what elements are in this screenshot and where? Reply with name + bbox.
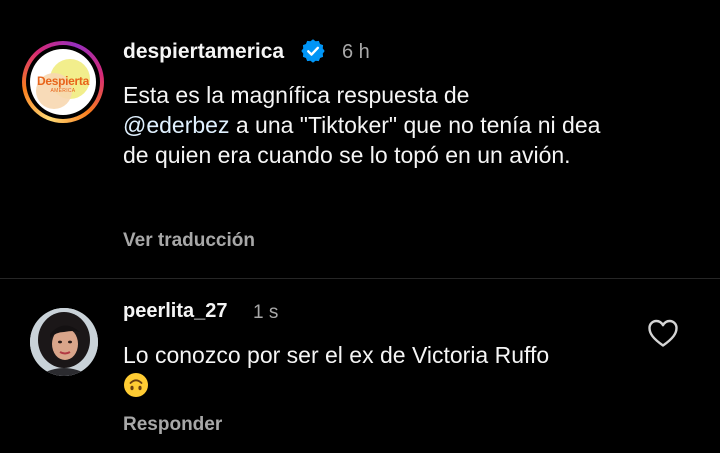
logo-brand-subtext: AMÉRICA (50, 88, 76, 94)
comment-avatar[interactable] (30, 308, 98, 376)
verified-badge-icon (301, 39, 325, 63)
comment-text: Lo conozco por ser el ex de Victoria Ruf… (123, 340, 623, 400)
comment-body: Lo conozco por ser el ex de Victoria Ruf… (123, 342, 550, 368)
reply-button[interactable]: Responder (123, 414, 222, 436)
see-translation-button[interactable]: Ver traducción (123, 230, 255, 252)
post: Despierta AMÉRICA despiertamerica 6 h Es… (0, 0, 720, 278)
heart-outline-icon[interactable] (647, 318, 679, 348)
logo-brand-text: Despierta (37, 74, 89, 88)
upside-down-face-emoji (124, 373, 148, 397)
comment-timestamp: 1 s (253, 302, 279, 323)
divider (0, 278, 720, 279)
post-avatar[interactable]: Despierta AMÉRICA (22, 41, 104, 123)
comment-avatar-photo (30, 308, 98, 376)
comment-username[interactable]: peerlita_27 (123, 300, 228, 323)
post-timestamp: 6 h (342, 41, 370, 63)
caption-text-start: Esta es la magnífica respuesta de (123, 82, 470, 108)
despierta-america-logo: Despierta AMÉRICA (30, 49, 96, 115)
post-username[interactable]: despiertamerica (123, 40, 284, 64)
mention-link[interactable]: @ederbez (123, 112, 229, 138)
post-caption: Esta es la magnífica respuesta de @ederb… (123, 80, 603, 170)
